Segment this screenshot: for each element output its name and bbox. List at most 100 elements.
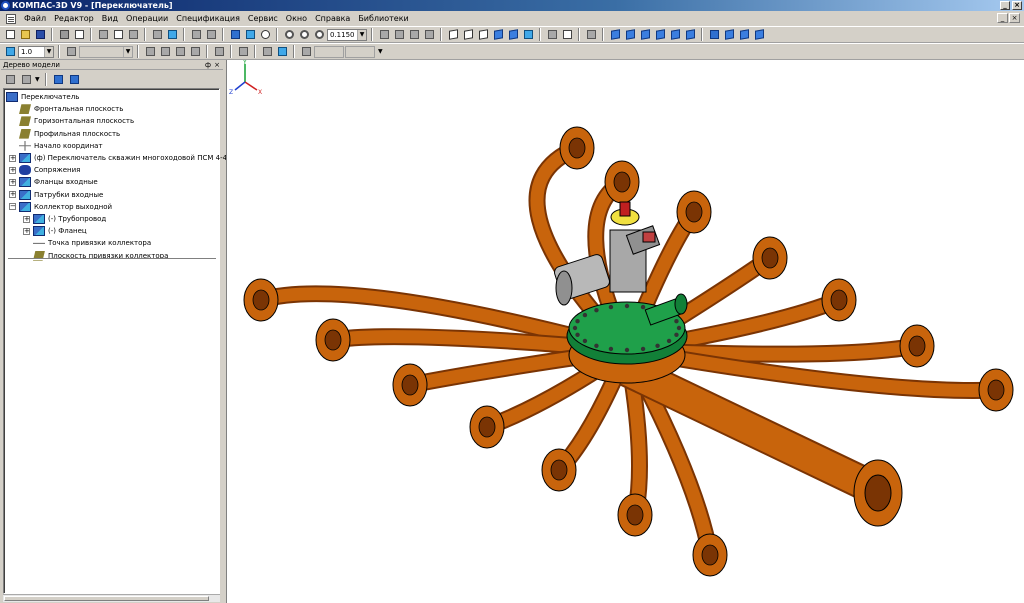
selection-button[interactable] [584, 28, 598, 41]
coord-y-field[interactable] [345, 45, 375, 58]
tree-view-button[interactable] [19, 73, 33, 86]
wireframe-button[interactable] [446, 28, 460, 41]
view-right-button[interactable] [683, 28, 697, 41]
hidden-lines-button[interactable] [461, 28, 475, 41]
view-dimetric-button[interactable] [722, 28, 736, 41]
tree-item[interactable]: + Фланцы входные [9, 176, 98, 188]
manager-button[interactable] [228, 28, 242, 41]
minimize-button[interactable]: _ [1000, 1, 1010, 10]
expand-icon[interactable]: + [23, 227, 30, 235]
rotate-button[interactable] [422, 28, 436, 41]
tree-item[interactable]: Точка привязки коллектора [23, 237, 151, 249]
menu-operations[interactable]: Операции [122, 11, 172, 26]
tree-item[interactable]: + Сопряжения [9, 164, 80, 176]
3d-viewport[interactable]: Y X Z [226, 60, 1024, 603]
collapse-icon[interactable]: − [9, 203, 16, 211]
tree-item[interactable]: + Патрубки входные [9, 189, 103, 201]
thin-hidden-button[interactable] [476, 28, 490, 41]
tree-relations-button[interactable] [68, 73, 82, 86]
tree-item[interactable]: Горизонтальная плоскость [9, 115, 134, 127]
undo-button[interactable] [189, 28, 203, 41]
print-button[interactable] [57, 28, 71, 41]
view-back-button[interactable] [623, 28, 637, 41]
tree-filter-button[interactable] [52, 73, 66, 86]
ortho-button[interactable] [236, 45, 250, 58]
angle-snap-button[interactable] [260, 45, 274, 58]
tree-item[interactable]: Фронтальная плоскость [9, 103, 123, 115]
chevron-down-icon[interactable]: ▼ [123, 46, 132, 57]
expand-icon[interactable]: + [9, 178, 16, 186]
menu-specification[interactable]: Спецификация [172, 11, 244, 26]
horizontal-scrollbar[interactable] [3, 594, 220, 602]
view-bottom-button[interactable] [653, 28, 667, 41]
open-button[interactable] [18, 28, 32, 41]
save-button[interactable] [33, 28, 47, 41]
sketch-button[interactable] [173, 45, 187, 58]
properties-button[interactable] [165, 28, 179, 41]
variables-button[interactable] [243, 28, 257, 41]
switch-assembly-model[interactable] [227, 60, 1024, 603]
tree-sort-button[interactable] [3, 73, 17, 86]
pin-icon[interactable]: ф [205, 60, 211, 70]
view-normal-button[interactable] [752, 28, 766, 41]
view-front-button[interactable] [608, 28, 622, 41]
zoom-in-button[interactable] [282, 28, 296, 41]
tree-item[interactable]: + (-) Трубопровод [23, 213, 106, 225]
perspective-button[interactable] [521, 28, 535, 41]
view-trimetric-button[interactable] [737, 28, 751, 41]
orientation-button[interactable] [377, 28, 391, 41]
coord-x-field[interactable] [314, 45, 344, 58]
tree-item[interactable]: Начало координат [9, 140, 103, 152]
view-iso-button[interactable] [707, 28, 721, 41]
redo-button[interactable] [204, 28, 218, 41]
tree-item[interactable]: + (-) Фланец [23, 225, 87, 237]
new-document-button[interactable] [3, 28, 17, 41]
layer-combo[interactable]: ▼ [79, 45, 133, 58]
grid-button[interactable] [212, 45, 226, 58]
format-painter-button[interactable] [150, 28, 164, 41]
expand-icon[interactable]: + [9, 166, 16, 174]
paste-button[interactable] [126, 28, 140, 41]
cursor-snap-button[interactable] [275, 45, 289, 58]
menu-edit[interactable]: Редактор [50, 11, 98, 26]
help-button[interactable] [258, 28, 272, 41]
document-icon[interactable] [6, 13, 16, 24]
menu-libraries[interactable]: Библиотеки [354, 11, 412, 26]
chevron-down-icon[interactable]: ▼ [357, 29, 366, 40]
menu-service[interactable]: Сервис [244, 11, 282, 26]
tree-item[interactable]: + (ф) Переключатель скважин многоходовой … [9, 152, 248, 164]
expand-icon[interactable]: + [9, 154, 16, 162]
tree-item[interactable]: Переключатель [6, 91, 79, 103]
view-left-button[interactable] [668, 28, 682, 41]
chevron-down-icon[interactable]: ▼ [378, 48, 383, 55]
expand-icon[interactable]: + [23, 215, 30, 223]
chevron-down-icon[interactable]: ▼ [44, 46, 53, 57]
doc-minimize-button[interactable]: _ [997, 13, 1008, 23]
shaded-button[interactable] [491, 28, 505, 41]
menu-window[interactable]: Окно [282, 11, 311, 26]
layer-button[interactable] [64, 45, 78, 58]
expand-icon[interactable]: + [9, 191, 16, 199]
chevron-down-icon[interactable]: ▼ [35, 76, 40, 83]
edit-sketch-button[interactable] [188, 45, 202, 58]
scrollbar-thumb[interactable] [4, 596, 209, 601]
view-top-button[interactable] [638, 28, 652, 41]
tree-item[interactable]: − Коллектор выходной [9, 201, 112, 213]
coordinates-button[interactable] [299, 45, 313, 58]
zoom-all-button[interactable] [407, 28, 421, 41]
menu-help[interactable]: Справка [311, 11, 354, 26]
filter-button[interactable] [545, 28, 559, 41]
pan-button[interactable] [392, 28, 406, 41]
display-button[interactable] [560, 28, 574, 41]
doc-close-button[interactable]: × [1009, 13, 1020, 23]
panel-close-button[interactable]: × [214, 60, 220, 70]
zoom-window-button[interactable] [312, 28, 326, 41]
zoom-out-button[interactable] [297, 28, 311, 41]
tree-item[interactable]: Профильная плоскость [9, 128, 120, 140]
cut-button[interactable] [96, 28, 110, 41]
snap-grid-button[interactable] [3, 45, 17, 58]
plane-button[interactable] [158, 45, 172, 58]
close-button[interactable]: × [1012, 1, 1022, 10]
local-cs-button[interactable] [143, 45, 157, 58]
print-preview-button[interactable] [72, 28, 86, 41]
